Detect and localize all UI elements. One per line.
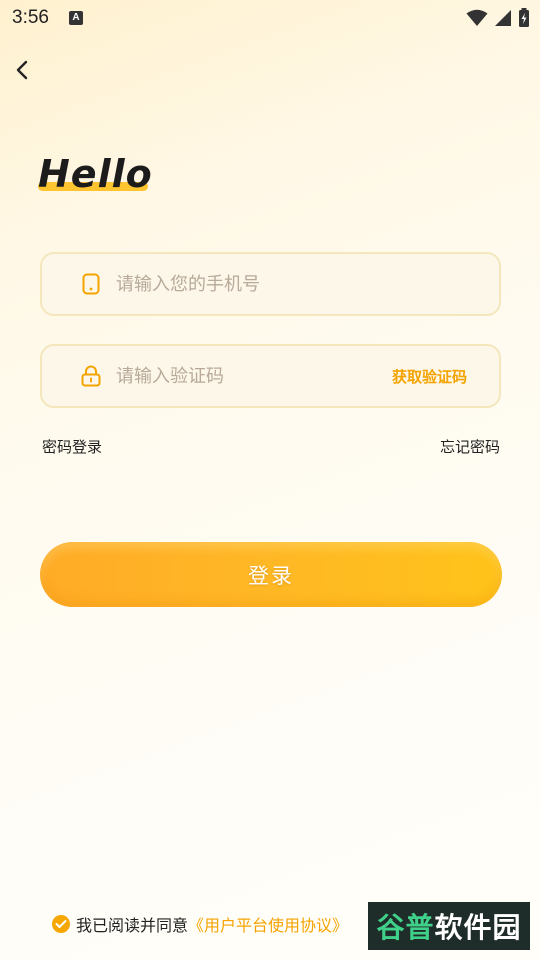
greeting-block: Hello [38,152,153,196]
watermark-rest: 软件园 [434,911,522,944]
watermark-first: 谷普 [376,911,435,944]
login-options-row: 密码登录 忘记密码 [42,436,500,457]
notification-icon: A [68,11,83,25]
lock-icon [80,365,102,387]
code-input[interactable] [116,365,392,387]
wifi-icon [466,9,488,26]
phone-field[interactable] [40,252,501,316]
chevron-left-icon [16,60,28,80]
password-login-link[interactable]: 密码登录 [42,436,102,457]
agreement-link[interactable]: 《用户平台使用协议》 [188,912,348,936]
signal-icon [495,10,511,26]
battery-icon [519,8,529,27]
phone-icon [80,273,102,295]
back-button[interactable] [8,56,36,84]
status-time: 3:56 [12,7,49,28]
status-left: 3:56 A [12,7,83,29]
greeting-title: Hello [38,152,153,196]
forgot-password-link[interactable]: 忘记密码 [440,436,500,457]
agreement-row: 我已阅读并同意 《用户平台使用协议》 [52,912,348,936]
check-circle-icon[interactable] [52,915,70,933]
code-field[interactable]: 获取验证码 [40,344,501,408]
phone-input[interactable] [116,273,499,295]
watermark-logo: 谷普 软件园 [368,902,530,950]
status-right [466,8,530,28]
get-code-button[interactable]: 获取验证码 [392,366,467,387]
agreement-prefix: 我已阅读并同意 [76,916,189,935]
login-button[interactable]: 登录 [40,542,502,607]
status-bar: 3:56 A [0,0,540,36]
